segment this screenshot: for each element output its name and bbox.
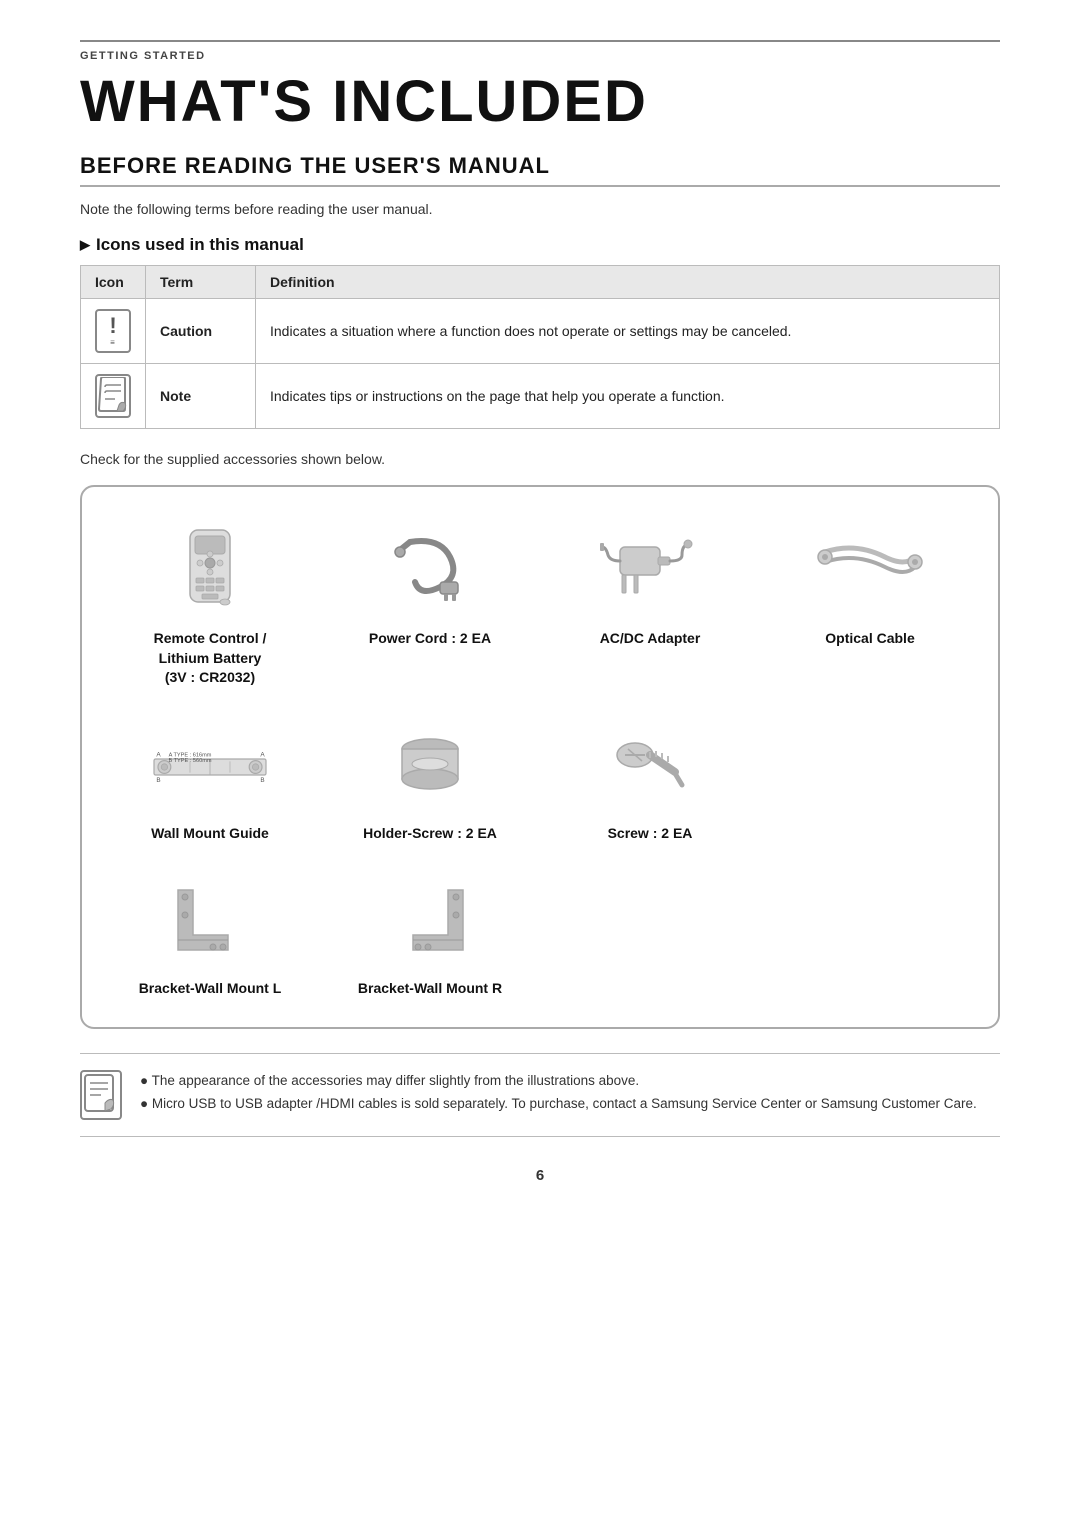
accessory-bracket-l: Bracket-Wall Mount L [100,861,320,1009]
note-box: ● The appearance of the accessories may … [80,1053,1000,1137]
accessory-empty2 [540,861,760,1009]
table-row: Note Indicates tips or instructions on t… [81,364,1000,429]
remote-control-label: Remote Control /Lithium Battery(3V : CR2… [154,629,267,688]
table-row: ! ≡ Caution Indicates a situation where … [81,299,1000,364]
wall-mount-guide-image: A TYPE : 616mm B TYPE : 560mm A A B B [150,722,270,812]
note-box-content: ● The appearance of the accessories may … [140,1070,977,1116]
note-term: Note [146,364,256,429]
icons-section-heading: Icons used in this manual [80,235,1000,255]
caution-icon-cell: ! ≡ [81,299,146,364]
breadcrumb: GETTING STARTED [80,40,1000,62]
accessory-empty3 [760,861,980,1009]
accessories-intro: Check for the supplied accessories shown… [80,451,1000,467]
col-definition: Definition [256,266,1000,299]
ac-adapter-label: AC/DC Adapter [600,629,701,649]
svg-text:A: A [260,751,265,758]
power-cord-image [370,527,490,617]
svg-text:B: B [156,777,160,784]
bracket-r-image [370,877,490,967]
bracket-l-label: Bracket-Wall Mount L [139,979,282,999]
intro-text: Note the following terms before reading … [80,201,1000,217]
accessory-screw: Screw : 2 EA [540,706,760,854]
bracket-l-image [150,877,270,967]
remote-control-image [150,527,270,617]
icon-table: Icon Term Definition ! ≡ Caution Indicat… [80,265,1000,429]
accessory-optical-cable: Optical Cable [760,511,980,698]
note-icon [95,374,131,418]
holder-screw-label: Holder-Screw : 2 EA [363,824,497,844]
accessory-empty [760,706,980,854]
page-title: WHAT'S INCLUDED [80,68,1000,135]
svg-text:B: B [260,777,264,784]
accessory-bracket-r: Bracket-Wall Mount R [320,861,540,1009]
power-cord-label: Power Cord : 2 EA [369,629,491,649]
note-bullet-2: ● Micro USB to USB adapter /HDMI cables … [140,1093,977,1116]
note-box-icon [80,1070,122,1120]
caution-term: Caution [146,299,256,364]
accessory-holder-screw: Holder-Screw : 2 EA [320,706,540,854]
accessory-wall-mount-guide: A TYPE : 616mm B TYPE : 560mm A A B B Wa… [100,706,320,854]
screw-label: Screw : 2 EA [608,824,693,844]
caution-icon: ! ≡ [95,309,131,353]
optical-cable-image [810,527,930,617]
note-definition: Indicates tips or instructions on the pa… [256,364,1000,429]
wall-mount-guide-label: Wall Mount Guide [151,824,269,844]
bracket-r-label: Bracket-Wall Mount R [358,979,502,999]
note-icon-cell [81,364,146,429]
col-icon: Icon [81,266,146,299]
note-bullet-1: ● The appearance of the accessories may … [140,1070,977,1093]
accessory-power-cord: Power Cord : 2 EA [320,511,540,698]
accessories-row-2: A TYPE : 616mm B TYPE : 560mm A A B B Wa… [100,706,980,854]
section-title: BEFORE READING THE USER'S MANUAL [80,153,1000,187]
screw-image [590,722,710,812]
holder-screw-image [370,722,490,812]
svg-text:A: A [156,751,161,758]
optical-cable-label: Optical Cable [825,629,914,649]
accessories-row-3: Bracket-Wall Mount L Bracket-Wall Mount … [100,861,980,1009]
col-term: Term [146,266,256,299]
caution-definition: Indicates a situation where a function d… [256,299,1000,364]
page-number: 6 [80,1167,1000,1184]
accessories-box: Remote Control /Lithium Battery(3V : CR2… [80,485,1000,1029]
accessories-row-1: Remote Control /Lithium Battery(3V : CR2… [100,511,980,698]
accessory-ac-adapter: AC/DC Adapter [540,511,760,698]
svg-text:B TYPE : 560mm: B TYPE : 560mm [168,758,211,764]
ac-adapter-image [590,527,710,617]
accessory-remote-control: Remote Control /Lithium Battery(3V : CR2… [100,511,320,698]
